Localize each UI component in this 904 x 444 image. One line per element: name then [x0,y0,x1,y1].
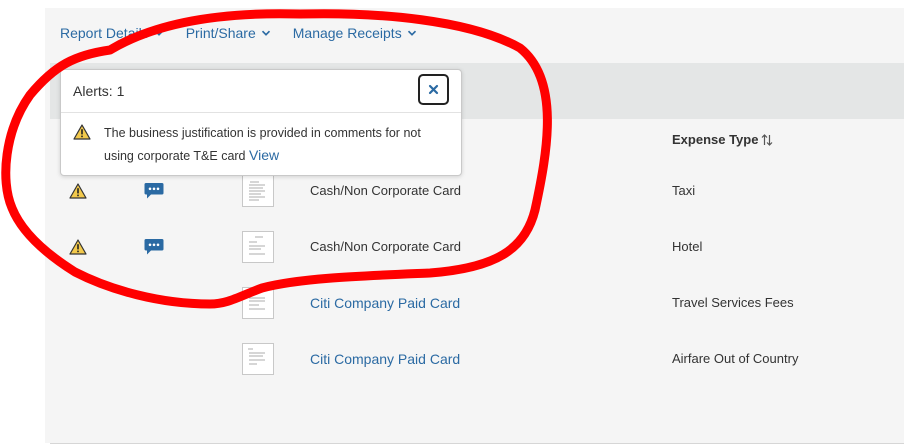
manage-receipts-menu[interactable]: Manage Receipts [293,25,417,41]
chevron-down-icon [154,30,163,36]
chevron-down-icon [261,30,270,36]
report-details-label: Report Details [60,25,149,41]
print-share-menu[interactable]: Print/Share [186,25,271,41]
expense-type: Taxi [672,183,696,198]
warning-icon[interactable] [69,183,87,199]
receipt-thumbnail[interactable] [242,343,274,375]
comment-icon[interactable] [144,182,164,200]
table-row[interactable]: Citi Company Paid Card Airfare Out of Co… [50,331,904,388]
print-share-label: Print/Share [185,25,256,41]
payment-type: Cash/Non Corporate Card [310,239,462,254]
report-details-menu[interactable]: Report Details [60,25,164,41]
alerts-title: Alerts: 1 [73,83,125,99]
expense-type-header-label: Expense Type [672,132,759,147]
alert-message: The business justification is provided i… [104,122,449,167]
warning-icon [73,124,91,140]
warning-icon[interactable] [69,239,87,255]
expense-type: Airfare Out of Country [672,351,799,366]
expense-type: Hotel [672,239,703,254]
table-row[interactable]: Citi Company Paid Card Travel Services F… [50,275,904,332]
payment-type-link[interactable]: Citi Company Paid Card [310,351,460,367]
receipt-thumbnail[interactable] [242,175,274,207]
alerts-popover: Alerts: 1 The business justification is … [60,69,462,176]
report-toolbar: Report Details Print/Share Manage Receip… [60,22,417,44]
table-row[interactable]: Cash/Non Corporate Card Hotel [50,219,904,276]
receipt-thumbnail[interactable] [242,231,274,263]
comment-icon[interactable] [144,238,164,256]
table-row-empty [50,387,904,444]
receipt-thumbnail[interactable] [242,287,274,319]
alerts-header: Alerts: 1 [61,70,461,113]
close-button[interactable] [418,74,449,105]
chevron-down-icon [407,30,416,36]
payment-type: Cash/Non Corporate Card [310,183,462,198]
close-icon [428,84,439,95]
alert-view-link[interactable]: View [249,147,279,163]
expense-type-column-header[interactable]: Expense Type [672,132,773,147]
sort-icon[interactable] [761,133,773,147]
manage-receipts-label: Manage Receipts [292,25,402,41]
payment-type-link[interactable]: Citi Company Paid Card [310,295,460,311]
expense-type: Travel Services Fees [672,295,794,310]
